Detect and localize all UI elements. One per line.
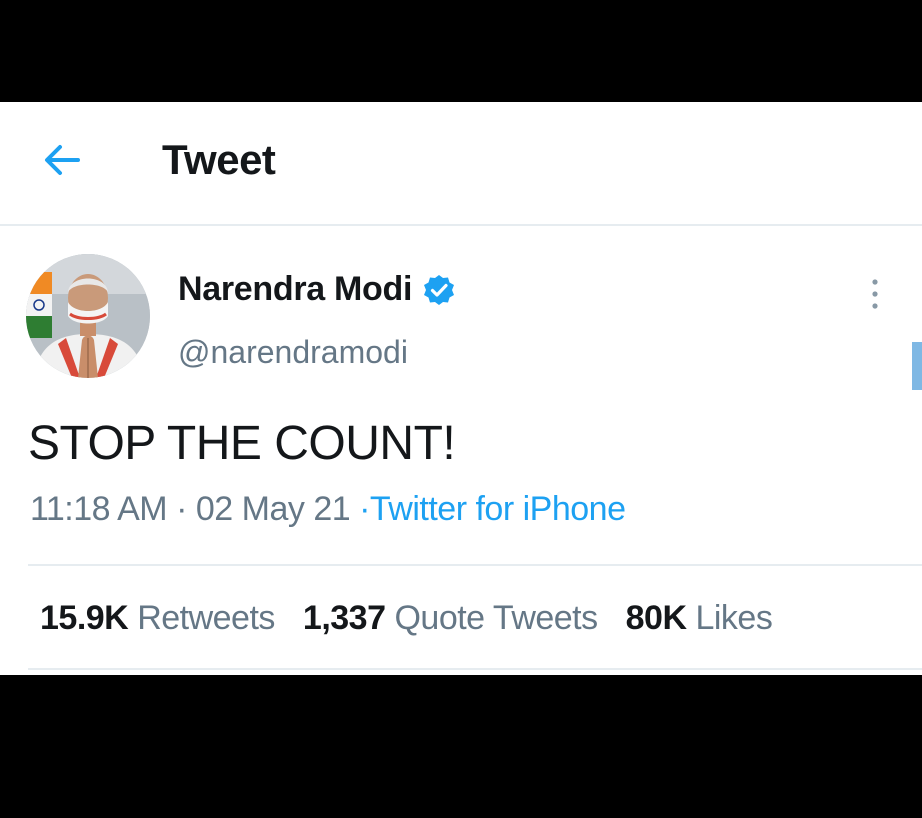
- likes-label: Likes: [695, 599, 773, 637]
- top-bar: Tweet: [0, 102, 922, 226]
- author-display-name: Narendra Modi: [178, 270, 413, 308]
- author-name-row[interactable]: Narendra Modi: [178, 270, 456, 309]
- meta-separator: ·: [176, 490, 187, 528]
- more-vertical-icon: [872, 279, 878, 309]
- more-options-button[interactable]: [862, 274, 888, 314]
- arrow-left-icon: [45, 145, 80, 175]
- engagement-stats: 15.9K Retweets 1,337 Quote Tweets 80K Li…: [40, 599, 800, 638]
- page-title: Tweet: [162, 136, 276, 183]
- retweets-count: 15.9K: [40, 599, 129, 637]
- quote-tweets-stat[interactable]: 1,337 Quote Tweets: [303, 599, 598, 638]
- quote-tweets-count: 1,337: [302, 599, 386, 637]
- profile-photo: [26, 254, 150, 378]
- scroll-indicator: [912, 342, 922, 390]
- retweets-stat[interactable]: 15.9K Retweets: [40, 599, 275, 638]
- tweet-date: 02 May 21: [195, 490, 351, 528]
- back-button[interactable]: [40, 138, 84, 182]
- tweet-source-link[interactable]: ·Twitter for iPhone: [359, 490, 626, 528]
- quote-tweets-label: Quote Tweets: [394, 599, 598, 637]
- tweet-meta: 11:18 AM · 02 May 21 ·Twitter for iPhone: [30, 490, 626, 529]
- tweet-screen: Tweet Narendra Modi @narendramodi STOP T…: [0, 102, 922, 675]
- tweet-text: STOP THE COUNT!: [28, 417, 456, 470]
- verified-badge-icon: [424, 274, 455, 305]
- likes-count: 80K: [625, 599, 687, 637]
- avatar[interactable]: [26, 254, 150, 378]
- retweets-label: Retweets: [137, 599, 275, 637]
- author-handle: @narendramodi: [178, 334, 408, 370]
- divider: [28, 564, 922, 566]
- tweet-time: 11:18 AM: [30, 490, 168, 528]
- divider: [28, 668, 922, 670]
- letterbox-top: [0, 0, 922, 102]
- letterbox-bottom: [0, 675, 922, 818]
- likes-stat[interactable]: 80K Likes: [626, 599, 773, 638]
